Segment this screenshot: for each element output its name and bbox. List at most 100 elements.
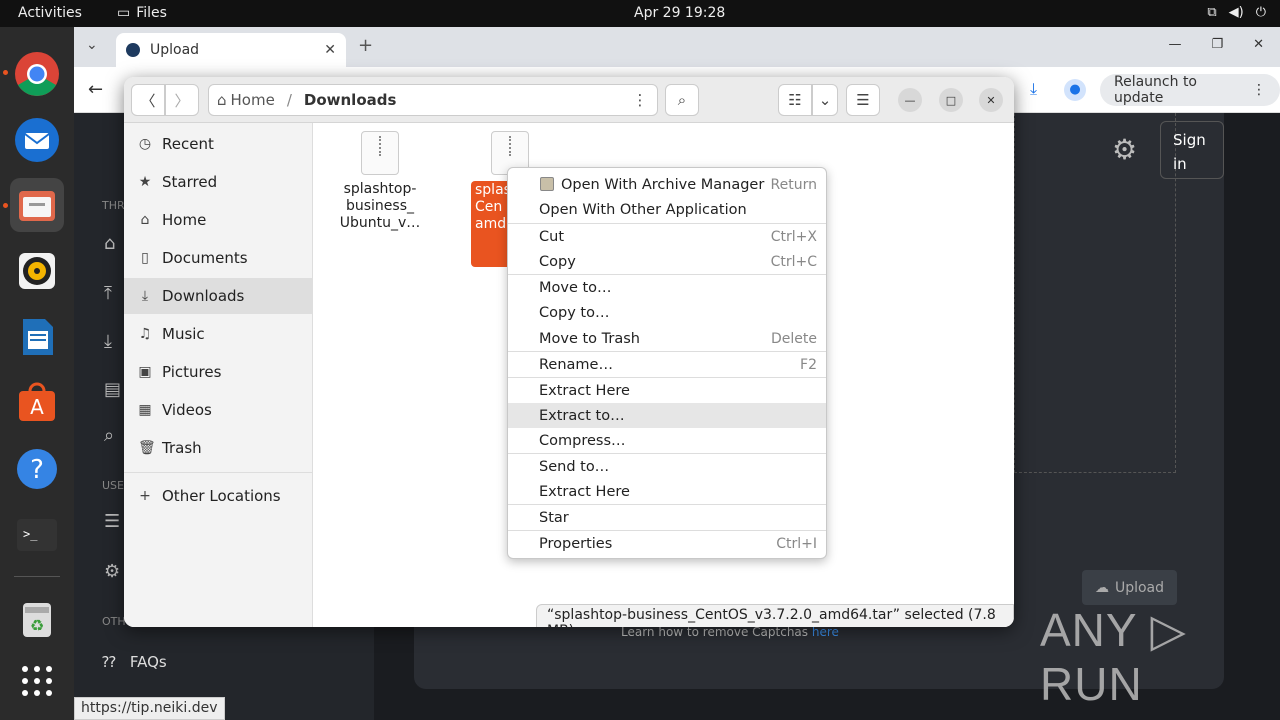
menu-open-with-other-application[interactable]: Open With Other Application bbox=[508, 197, 826, 222]
terminal-icon[interactable]: >_ bbox=[10, 508, 64, 562]
minimize-button[interactable]: — bbox=[898, 88, 922, 112]
minimize-icon: — bbox=[904, 93, 916, 107]
sidebar-item-music[interactable]: ♫ Music bbox=[124, 316, 313, 352]
menu-item-accel: Ctrl+X bbox=[770, 228, 817, 245]
search-button[interactable]: ⌕ bbox=[665, 84, 699, 116]
star-icon: ★ bbox=[138, 174, 152, 190]
context-menu: Open With Archive Manager Return Open Wi… bbox=[507, 167, 827, 559]
maximize-icon: □ bbox=[945, 93, 957, 107]
menu-item-label: Move to Trash bbox=[539, 330, 640, 347]
sidebar-item-videos[interactable]: ▦ Videos bbox=[124, 392, 313, 428]
clock-icon: ◷ bbox=[138, 136, 152, 152]
sidebar-item-label: Music bbox=[162, 325, 205, 343]
power-icon: ⏻ bbox=[1255, 5, 1266, 20]
menu-rename[interactable]: Rename… F2 bbox=[508, 352, 826, 377]
menu-cut[interactable]: Cut Ctrl+X bbox=[508, 224, 826, 249]
close-button[interactable]: ✕ bbox=[979, 88, 1003, 112]
menu-item-label: Extract to… bbox=[539, 407, 625, 424]
files-icon[interactable] bbox=[10, 178, 64, 232]
sidebar-item-starred[interactable]: ★ Starred bbox=[124, 164, 313, 200]
view-options-button[interactable]: ⌄ bbox=[812, 84, 838, 116]
menu-copy-to[interactable]: Copy to… bbox=[508, 300, 826, 325]
app-menu[interactable]: ▭ Files bbox=[117, 5, 167, 21]
system-tray[interactable]: ⧉ ◀) ⏻ bbox=[1207, 5, 1266, 20]
menu-compress[interactable]: Compress… bbox=[508, 428, 826, 453]
settings-gear-icon[interactable]: ⚙ bbox=[1112, 133, 1137, 166]
path-menu-button[interactable]: ⋮ bbox=[624, 84, 656, 116]
settings-nav-icon[interactable]: ⚙ bbox=[104, 561, 120, 582]
home-nav-icon[interactable]: ⌂ bbox=[104, 233, 115, 254]
path-current[interactable]: Downloads bbox=[304, 91, 397, 109]
tab-search-icon[interactable]: ⌄ bbox=[86, 37, 98, 53]
trash-icon[interactable]: ♻ bbox=[10, 592, 64, 646]
writer-icon[interactable] bbox=[10, 310, 64, 364]
activities-button[interactable]: Activities bbox=[18, 5, 82, 21]
menu-star[interactable]: Star bbox=[508, 505, 826, 530]
more-icon[interactable]: ⋮ bbox=[1252, 82, 1266, 98]
plus-icon: + bbox=[139, 488, 151, 504]
list-view-button[interactable]: ☷ bbox=[778, 84, 812, 116]
menu-extract-here-2[interactable]: Extract Here bbox=[508, 479, 826, 504]
close-tab-icon[interactable]: ✕ bbox=[324, 42, 336, 58]
forward-button[interactable]: 〉 bbox=[165, 84, 199, 116]
search-nav-icon[interactable]: ⌕ bbox=[104, 425, 114, 446]
maximize-button[interactable]: □ bbox=[939, 88, 963, 112]
thunderbird-icon[interactable] bbox=[10, 113, 64, 167]
help-icon[interactable]: ? bbox=[10, 442, 64, 496]
captcha-link[interactable]: here bbox=[812, 625, 839, 639]
faq-label: FAQs bbox=[129, 653, 167, 671]
menu-move-to[interactable]: Move to… bbox=[508, 275, 826, 300]
app-center-icon[interactable]: A bbox=[10, 376, 64, 430]
menu-item-accel: Ctrl+C bbox=[770, 253, 817, 270]
faq-nav-item[interactable]: ⁇ FAQs bbox=[102, 653, 167, 671]
drop-zone[interactable] bbox=[1014, 113, 1176, 473]
selection-status: “splashtop-business_CentOS_v3.7.2.0_amd6… bbox=[536, 604, 1014, 627]
download-icon[interactable]: ⤓ bbox=[1030, 79, 1037, 99]
close-icon[interactable]: ✕ bbox=[1253, 37, 1264, 52]
maximize-icon[interactable]: ❐ bbox=[1211, 37, 1223, 52]
sidebar-item-pictures[interactable]: ▣ Pictures bbox=[124, 354, 313, 390]
main-menu-button[interactable]: ☰ bbox=[846, 84, 880, 116]
sidebar-item-documents[interactable]: ▯ Documents bbox=[124, 240, 313, 276]
video-icon: ▦ bbox=[138, 402, 152, 418]
menu-properties[interactable]: Properties Ctrl+I bbox=[508, 531, 826, 556]
new-tab-icon[interactable]: + bbox=[358, 35, 373, 56]
sidebar-item-home[interactable]: ⌂ Home bbox=[124, 202, 313, 238]
menu-copy[interactable]: Copy Ctrl+C bbox=[508, 249, 826, 274]
menu-item-label: Send to… bbox=[539, 458, 610, 475]
back-button[interactable]: 〈 bbox=[131, 84, 165, 116]
menu-extract-to[interactable]: Extract to… bbox=[508, 403, 826, 428]
sidebar-item-other-locations[interactable]: + Other Locations bbox=[124, 478, 313, 514]
upload-button[interactable]: ☁ Upload bbox=[1082, 570, 1177, 605]
upload-nav-icon[interactable]: ⤒ bbox=[104, 283, 112, 304]
user-nav-icon[interactable]: ☰ bbox=[104, 511, 120, 532]
svg-text:?: ? bbox=[30, 455, 44, 485]
download-nav-icon[interactable]: ⤓ bbox=[104, 331, 112, 352]
chevron-right-icon: 〉 bbox=[174, 91, 190, 110]
sidebar-item-recent[interactable]: ◷ Recent bbox=[124, 126, 313, 162]
menu-send-to[interactable]: Send to… bbox=[508, 454, 826, 479]
report-nav-icon[interactable]: ▤ bbox=[104, 379, 121, 400]
sign-in-button[interactable]: Sign in bbox=[1160, 121, 1224, 179]
relaunch-button[interactable]: Relaunch to update ⋮ bbox=[1100, 74, 1280, 106]
clock[interactable]: Apr 29 19:28 bbox=[634, 5, 725, 21]
menu-open-with-archive-manager[interactable]: Open With Archive Manager Return bbox=[508, 172, 826, 197]
volume-icon: ◀) bbox=[1228, 5, 1244, 20]
path-home[interactable]: ⌂ Home bbox=[209, 91, 275, 109]
back-icon[interactable]: ← bbox=[88, 79, 103, 100]
sidebar-item-label: Trash bbox=[162, 439, 202, 457]
chevron-left-icon: 〈 bbox=[140, 91, 156, 110]
rhythmbox-icon[interactable] bbox=[10, 244, 64, 298]
profile-icon[interactable]: ● bbox=[1064, 79, 1086, 101]
menu-extract-here[interactable]: Extract Here bbox=[508, 378, 826, 403]
menu-move-to-trash[interactable]: Move to Trash Delete bbox=[508, 326, 826, 351]
show-apps-icon[interactable] bbox=[10, 654, 64, 708]
menu-item-label: Cut bbox=[539, 228, 564, 245]
file-item[interactable]: splashtop-business_ Ubuntu_v… bbox=[330, 131, 430, 232]
svg-text:>_: >_ bbox=[23, 527, 38, 541]
tab-upload[interactable]: Upload ✕ bbox=[116, 33, 346, 67]
chrome-icon[interactable] bbox=[10, 47, 64, 101]
sidebar-item-downloads[interactable]: ⤓ Downloads bbox=[124, 278, 313, 314]
sidebar-item-trash[interactable]: 🗑︎ Trash bbox=[124, 430, 313, 466]
minimize-icon[interactable]: — bbox=[1168, 37, 1181, 52]
